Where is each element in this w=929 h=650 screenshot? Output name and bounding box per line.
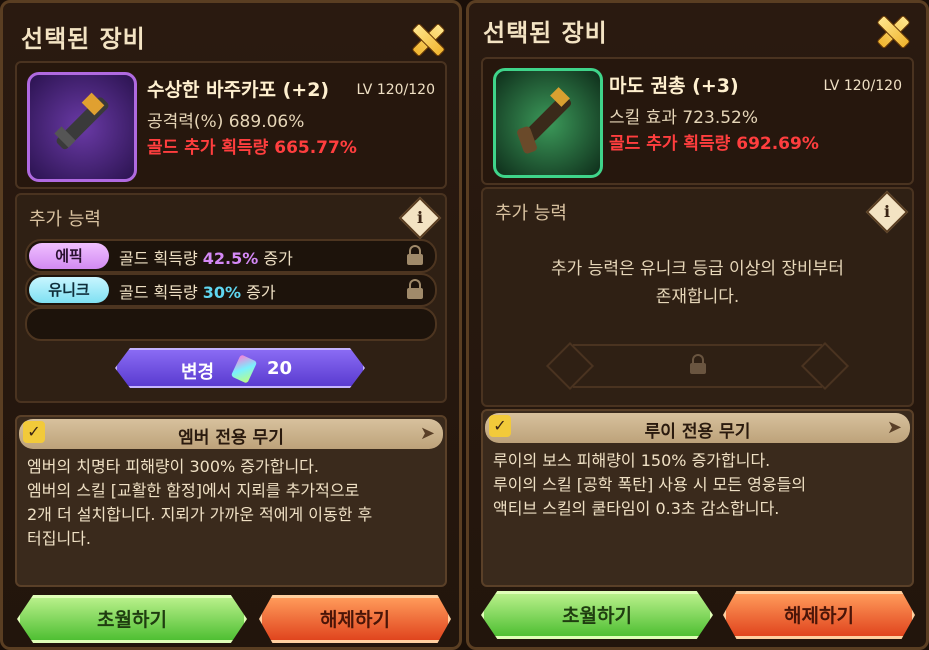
no-ability-message: 추가 능력은 유니크 등급 이상의 장비부터 존재합니다.: [551, 259, 844, 307]
lock-icon[interactable]: [407, 245, 423, 265]
equipment-panel-right: 선택된 장비 마도 권총 (+3) LV 120/120 스킬 효과 723.5…: [466, 0, 929, 650]
equipment-gold-bonus: 골드 추가 획득량 692.69%: [609, 134, 819, 154]
equipment-panel-left: 선택된 장비 수상한 바주카포 (+2) LV 120/120 공격력(%) 6…: [0, 0, 462, 650]
additional-abilities: 추가 능력 i 추가 능력은 유니크 등급 이상의 장비부터 존재합니다.: [481, 187, 914, 407]
magic-pistol-weapon-icon[interactable]: [493, 68, 603, 178]
release-button[interactable]: 해제하기: [259, 595, 451, 643]
additional-abilities: 추가 능력 i 에픽 골드 획득량 42.5% 증가 유니크 골드 획득량 30…: [15, 193, 447, 403]
lock-icon: [689, 354, 706, 374]
change-ability-button[interactable]: 변경 20: [115, 348, 365, 388]
ability-row-unique: 유니크 골드 획득량 30% 증가: [25, 273, 437, 307]
transcend-button[interactable]: 초월하기: [17, 595, 247, 643]
panel-title: 선택된 장비: [21, 25, 146, 53]
locked-plate: [545, 341, 850, 391]
exclusive-title: 루이 전용 무기: [644, 422, 751, 442]
equipment-summary: 마도 권총 (+3) LV 120/120 스킬 효과 723.52% 골드 추…: [481, 57, 914, 185]
equipment-name: 마도 권총 (+3): [609, 75, 739, 97]
equipment-summary: 수상한 바주카포 (+2) LV 120/120 공격력(%) 689.06% …: [15, 61, 447, 189]
ability-text: 골드 획득량 42.5% 증가: [119, 249, 293, 268]
equipment-stat: 공격력(%) 689.06%: [147, 112, 305, 132]
arrow-icon: ➤: [419, 423, 435, 444]
info-icon[interactable]: i: [398, 196, 442, 240]
transcend-button[interactable]: 초월하기: [481, 591, 713, 639]
gem-icon: [230, 354, 258, 384]
exclusive-title: 엠버 전용 무기: [178, 428, 284, 448]
equipment-stat: 스킬 효과 723.52%: [609, 108, 759, 128]
ability-row-epic: 에픽 골드 획득량 42.5% 증가: [25, 239, 437, 273]
equipment-level: LV 120/120: [823, 78, 902, 94]
grade-badge-epic: 에픽: [29, 243, 109, 269]
exclusive-description: 루이의 보스 피해량이 150% 증가합니다. 루이의 스킬 [공학 폭탄] 사…: [493, 451, 807, 518]
bazooka-weapon-icon[interactable]: [27, 72, 137, 182]
exclusive-header: ✓ 엠버 전용 무기 ➤: [19, 419, 443, 449]
arrow-icon: ➤: [886, 417, 902, 438]
grade-badge-unique: 유니크: [29, 277, 109, 303]
panel-title: 선택된 장비: [483, 19, 608, 47]
exclusive-weapon-section: ✓ 루이 전용 무기 ➤ 루이의 보스 피해량이 150% 증가합니다. 루이의…: [481, 409, 914, 587]
equipment-level: LV 120/120: [356, 82, 435, 98]
close-icon[interactable]: [409, 21, 445, 57]
exclusive-weapon-section: ✓ 엠버 전용 무기 ➤ 엠버의 치명타 피해량이 300% 증가합니다. 엠버…: [15, 415, 447, 587]
close-icon[interactable]: [874, 13, 910, 49]
lock-icon[interactable]: [407, 279, 423, 299]
exclusive-description: 엠버의 치명타 피해량이 300% 증가합니다. 엠버의 스킬 [교활한 함정]…: [27, 457, 373, 548]
section-title: 추가 능력: [29, 209, 101, 230]
exclusive-header: ✓ 루이 전용 무기 ➤: [485, 413, 910, 443]
equipment-gold-bonus: 골드 추가 획득량 665.77%: [147, 138, 357, 158]
ability-row-empty: [25, 307, 437, 341]
equipment-name: 수상한 바주카포 (+2): [147, 79, 330, 101]
info-icon[interactable]: i: [865, 190, 909, 234]
section-title: 추가 능력: [495, 203, 567, 224]
ability-text: 골드 획득량 30% 증가: [119, 283, 276, 302]
release-button[interactable]: 해제하기: [723, 591, 915, 639]
change-cost: 20: [267, 358, 293, 379]
